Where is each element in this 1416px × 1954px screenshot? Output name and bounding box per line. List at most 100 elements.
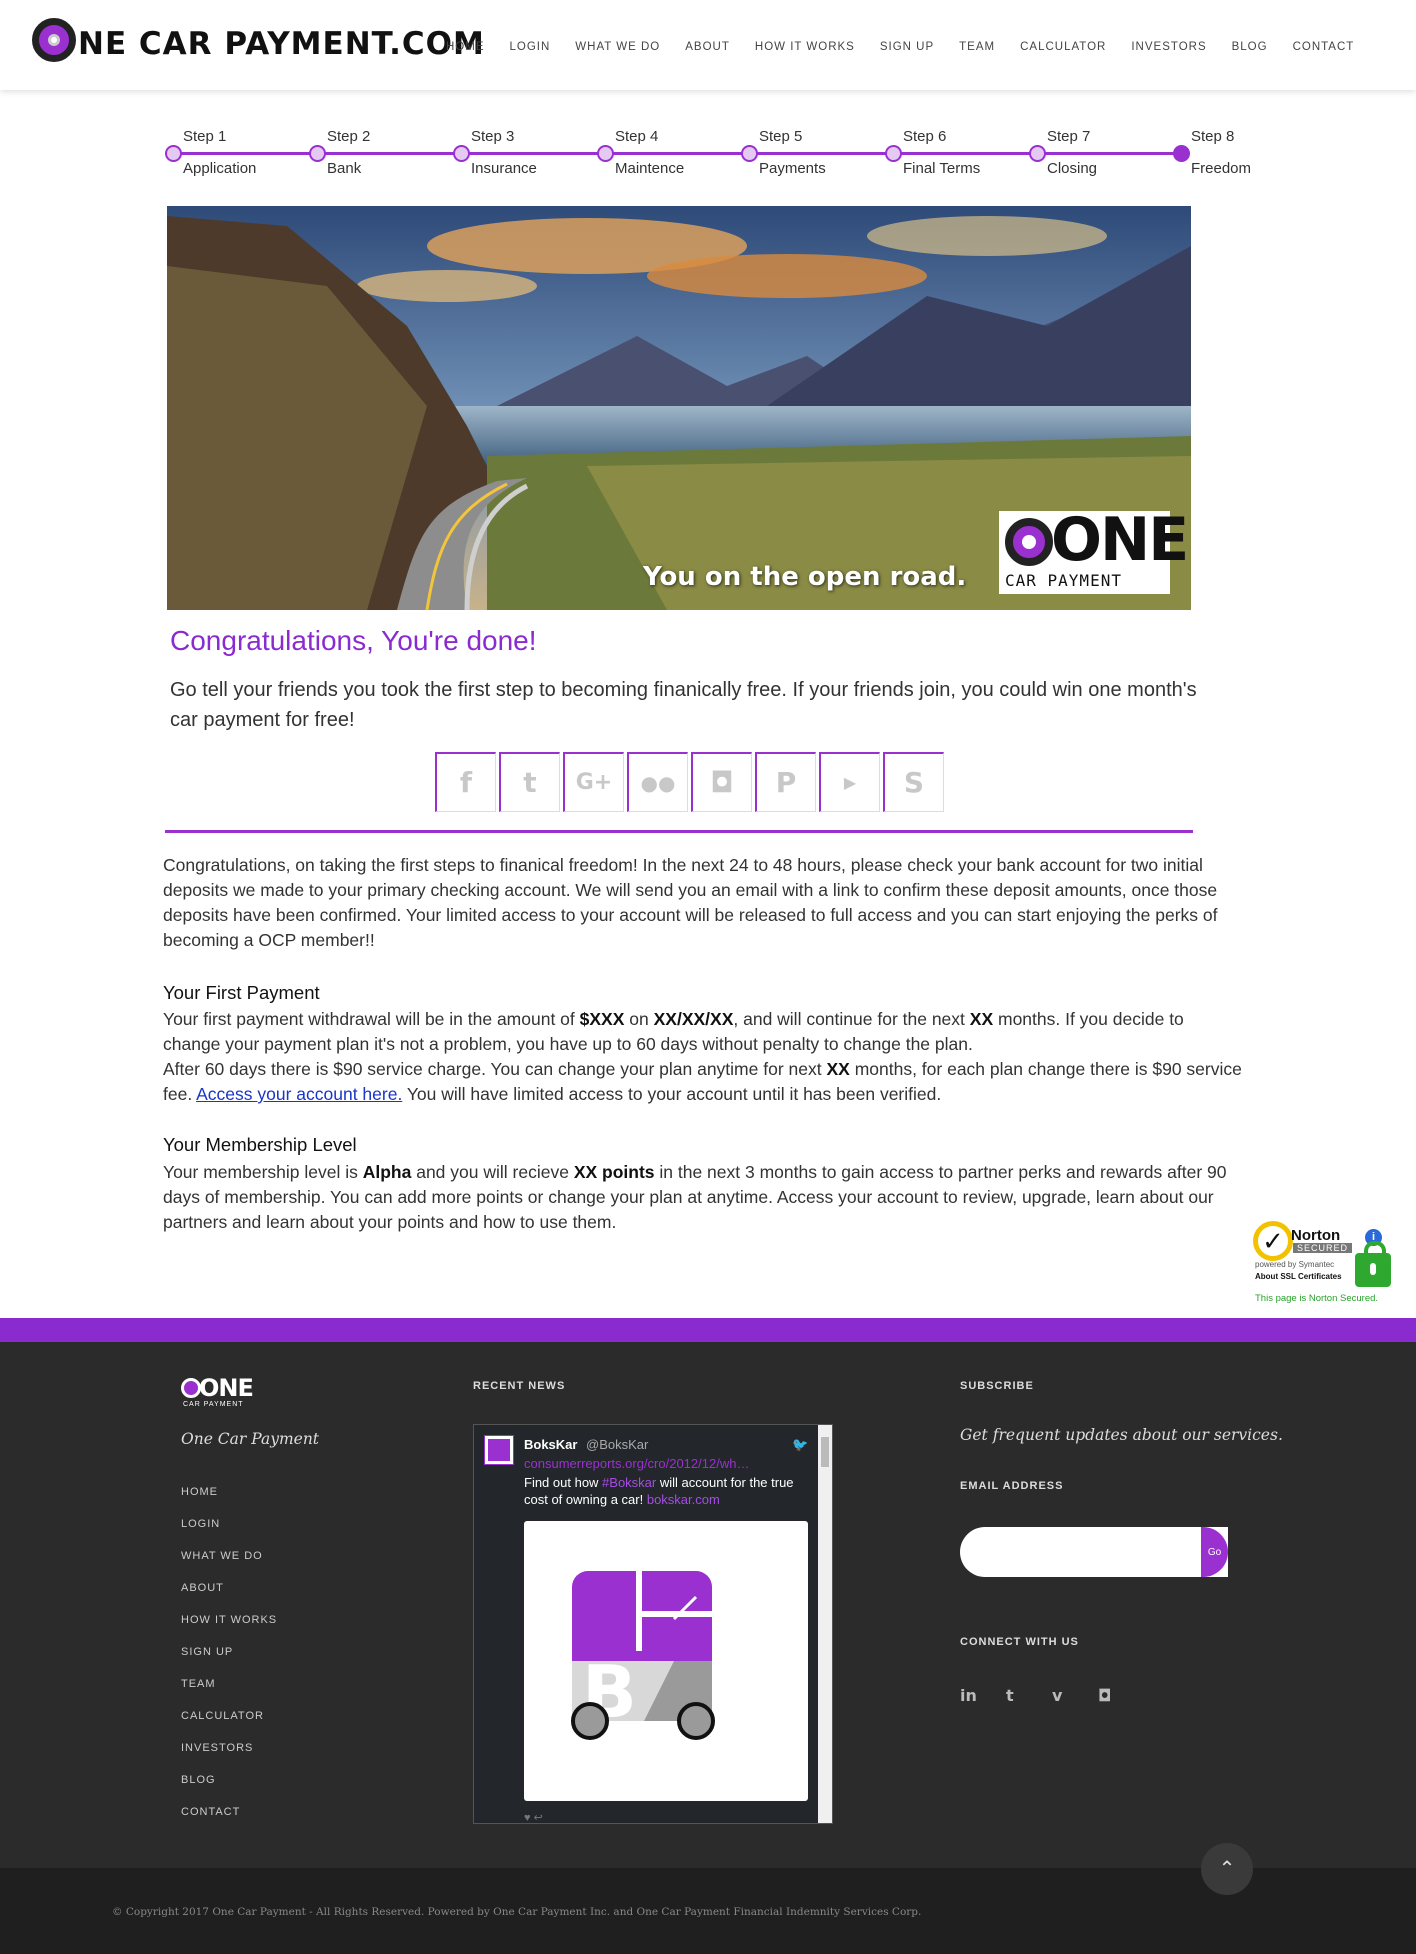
tweet-link[interactable]: consumerreports.org/cro/2012/12/wh… xyxy=(524,1456,749,1471)
step-name: Insurance xyxy=(471,160,537,177)
logo-text: NE CAR PAYMENT.COM xyxy=(78,26,485,62)
membership-text: Your membership level is xyxy=(163,1162,363,1182)
footer-nav-how-it-works[interactable]: HOW IT WORKS xyxy=(181,1614,277,1646)
first-payment-text: You will have limited access to your acc… xyxy=(402,1084,942,1104)
footer-logo-sub: CAR PAYMENT xyxy=(183,1401,244,1408)
payment-amount: $XXX xyxy=(579,1009,625,1029)
footer-nav-home[interactable]: HOME xyxy=(181,1486,277,1518)
norton-powered: powered by Symantec xyxy=(1255,1260,1335,1269)
footer-nav: HOME LOGIN WHAT WE DO ABOUT HOW IT WORKS… xyxy=(181,1486,277,1838)
site-logo[interactable]: NE CAR PAYMENT.COM xyxy=(32,18,485,62)
norton-seal[interactable]: ✓ Norton SECURED i powered by Symantec A… xyxy=(1251,1219,1395,1309)
section-divider xyxy=(165,830,1193,833)
step-dot xyxy=(741,145,758,162)
youtube-icon[interactable]: ▶ xyxy=(819,752,880,812)
step-dot xyxy=(165,145,182,162)
nav-sign-up[interactable]: SIGN UP xyxy=(880,41,934,53)
nav-what-we-do[interactable]: WHAT WE DO xyxy=(575,41,660,53)
social-share-bar: f t G+ ●● ◘ P ▶ S xyxy=(435,752,947,812)
instagram-icon[interactable]: ◘ xyxy=(691,752,752,812)
tweet-hashtag[interactable]: #Bokskar xyxy=(602,1475,656,1490)
step-number: Step 4 xyxy=(615,128,659,145)
first-payment-text: Your first payment withdrawal will be in… xyxy=(163,1009,580,1029)
membership-level: Alpha xyxy=(362,1162,412,1182)
nav-home[interactable]: HOME xyxy=(446,41,485,53)
bokskar-logo-image: B xyxy=(571,1571,715,1740)
step-dot xyxy=(453,145,470,162)
hero-caption: You on the open road. xyxy=(643,562,967,592)
step-number: Step 1 xyxy=(183,128,227,145)
nav-investors[interactable]: INVESTORS xyxy=(1131,41,1206,53)
instagram-icon[interactable]: ◘ xyxy=(1098,1686,1144,1705)
congrats-title: Congratulations, You're done! xyxy=(170,625,537,656)
nav-login[interactable]: LOGIN xyxy=(510,41,551,53)
main-nav: HOME LOGIN WHAT WE DO ABOUT HOW IT WORKS… xyxy=(446,41,1379,53)
footer-nav-calculator[interactable]: CALCULATOR xyxy=(181,1710,277,1742)
hero-logo-sub: CAR PAYMENT xyxy=(1005,571,1122,590)
tweet-actions[interactable]: ♥ ↩ xyxy=(524,1811,543,1823)
step-name: Bank xyxy=(327,160,362,177)
step-dot xyxy=(309,145,326,162)
twitter-bird-icon: 🐦 xyxy=(792,1437,809,1452)
tweet-text: Find out how #Bokskar will account for t… xyxy=(524,1474,804,1508)
scroll-to-top-button[interactable]: ⌃ xyxy=(1201,1843,1253,1895)
footer-nav-blog[interactable]: BLOG xyxy=(181,1774,277,1806)
nav-about[interactable]: ABOUT xyxy=(685,41,730,53)
feed-scrollbar[interactable] xyxy=(818,1425,832,1823)
tweet-author-handle[interactable]: @BoksKar xyxy=(586,1437,648,1452)
footer-nav-team[interactable]: TEAM xyxy=(181,1678,277,1710)
twitter-feed[interactable]: BoksKar @BoksKar 🐦 consumerreports.org/c… xyxy=(473,1424,833,1824)
pinterest-icon[interactable]: P xyxy=(755,752,816,812)
skype-icon[interactable]: S xyxy=(883,752,944,812)
intro-paragraph: Congratulations, on taking the first ste… xyxy=(163,855,1218,950)
payment-months: XX xyxy=(969,1009,994,1029)
footer-nav-investors[interactable]: INVESTORS xyxy=(181,1742,277,1774)
facebook-icon[interactable]: f xyxy=(435,752,496,812)
twitter-icon[interactable]: t xyxy=(1006,1686,1052,1705)
nav-how-it-works[interactable]: HOW IT WORKS xyxy=(755,41,855,53)
footer-logo-one: ONE xyxy=(199,1374,254,1402)
step-name: Application xyxy=(183,160,257,177)
membership-heading: Your Membership Level xyxy=(163,1134,357,1155)
step-number: Step 7 xyxy=(1047,128,1091,145)
linkedin-icon[interactable]: in xyxy=(960,1686,1006,1705)
step-dot xyxy=(1029,145,1046,162)
progress-stepper: Step 1 Application Step 2 Bank Step 3 In… xyxy=(163,126,1273,186)
lock-icon xyxy=(1355,1241,1391,1287)
congrats-subtitle: Go tell your friends you took the first … xyxy=(170,679,1197,731)
step-dot-active xyxy=(1173,145,1190,162)
tweet-avatar[interactable] xyxy=(484,1435,514,1465)
footer-nav-about[interactable]: ABOUT xyxy=(181,1582,277,1614)
recent-news-heading: RECENT NEWS xyxy=(473,1380,566,1392)
nav-team[interactable]: TEAM xyxy=(959,41,995,53)
tweet: BoksKar @BoksKar 🐦 consumerreports.org/c… xyxy=(474,1425,820,1823)
hero-logo-one: ONE xyxy=(1051,505,1189,575)
footer-nav-sign-up[interactable]: SIGN UP xyxy=(181,1646,277,1678)
flickr-icon[interactable]: ●● xyxy=(627,752,688,812)
nav-contact[interactable]: CONTACT xyxy=(1293,41,1355,53)
subscribe-tagline: Get frequent updates about our services. xyxy=(960,1426,1283,1444)
tweet-media-card[interactable]: B xyxy=(524,1521,808,1801)
google-plus-icon[interactable]: G+ xyxy=(563,752,624,812)
footer-nav-login[interactable]: LOGIN xyxy=(181,1518,277,1550)
footer-nav-contact[interactable]: CONTACT xyxy=(181,1806,277,1838)
hero-image: You on the open road. ONE CAR PAYMENT xyxy=(167,206,1191,610)
nav-calculator[interactable]: CALCULATOR xyxy=(1020,41,1106,53)
logo-ring-icon xyxy=(32,18,76,62)
subscribe-heading: SUBSCRIBE xyxy=(960,1380,1034,1392)
norton-ssl-link[interactable]: About SSL Certificates xyxy=(1255,1272,1342,1281)
step-dot xyxy=(885,145,902,162)
membership-points: XX points xyxy=(573,1162,655,1182)
twitter-icon[interactable]: t xyxy=(499,752,560,812)
tweet-author-name[interactable]: BoksKar xyxy=(524,1437,577,1452)
norton-check-icon: ✓ xyxy=(1253,1221,1293,1261)
vimeo-icon[interactable]: v xyxy=(1052,1686,1098,1705)
tweet-site-link[interactable]: bokskar.com xyxy=(647,1492,720,1507)
access-account-link[interactable]: Access your account here. xyxy=(196,1084,402,1104)
footer-logo-ring-icon xyxy=(181,1378,201,1398)
membership-text: and you will recieve xyxy=(411,1162,574,1182)
email-field[interactable] xyxy=(960,1527,1228,1577)
step-name: Payments xyxy=(759,160,826,177)
nav-blog[interactable]: BLOG xyxy=(1232,41,1268,53)
footer-nav-what-we-do[interactable]: WHAT WE DO xyxy=(181,1550,277,1582)
